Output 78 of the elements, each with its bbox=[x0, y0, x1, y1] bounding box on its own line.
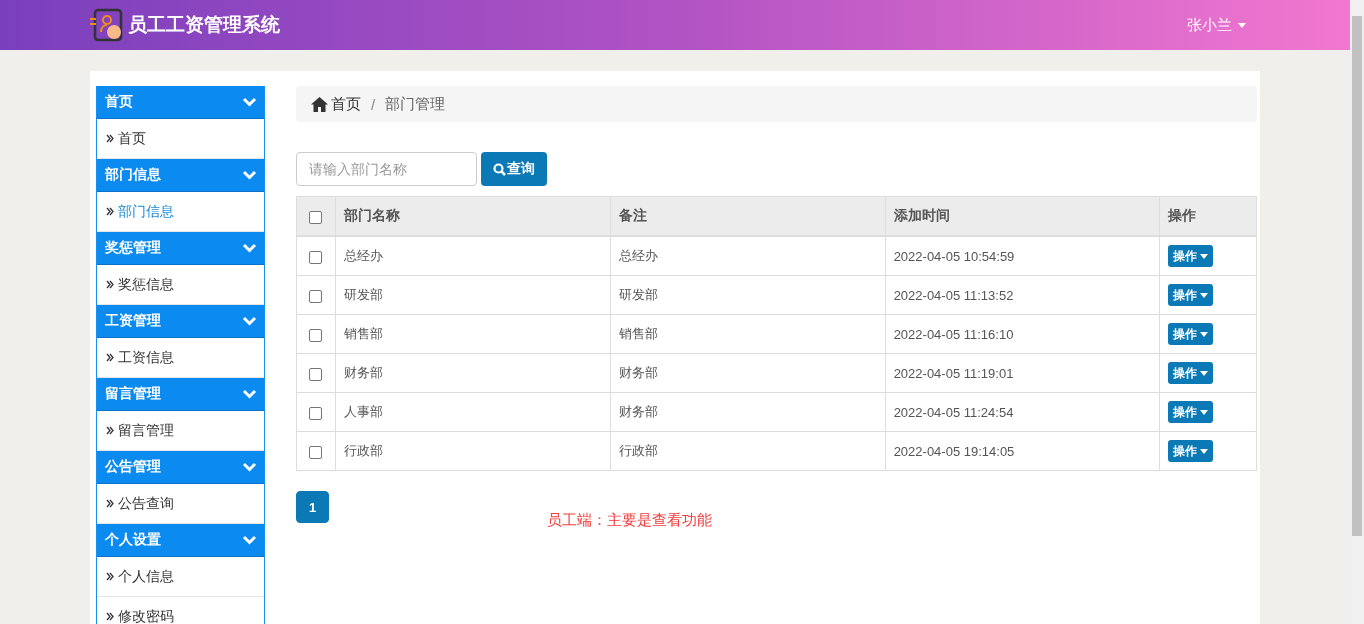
caret-icon bbox=[1200, 448, 1209, 454]
double-chevron-icon bbox=[106, 499, 114, 508]
sidebar-group-header[interactable]: 部门信息 bbox=[97, 159, 264, 192]
double-chevron-icon bbox=[106, 207, 114, 216]
table-cell: 销售部 bbox=[619, 326, 659, 341]
note-text: 员工端：主要是查看功能 bbox=[547, 511, 713, 530]
row-checkbox[interactable] bbox=[309, 367, 323, 381]
caret-icon bbox=[1200, 331, 1209, 337]
table-cell: 2022-04-05 11:24:54 bbox=[893, 404, 1014, 420]
double-chevron-icon bbox=[106, 280, 114, 289]
row-checkbox[interactable] bbox=[309, 406, 323, 420]
chevron-down-icon bbox=[242, 389, 257, 399]
breadcrumb-current: 部门管理 bbox=[385, 94, 446, 114]
breadcrumb-link[interactable]: 首页 bbox=[331, 94, 361, 114]
chevron-down-icon bbox=[242, 243, 257, 253]
table-cell: 2022-04-05 11:13:52 bbox=[893, 287, 1014, 303]
action-dropdown-button[interactable]: 操作 bbox=[1168, 401, 1214, 423]
select-all-checkbox[interactable] bbox=[309, 210, 323, 224]
row-checkbox[interactable] bbox=[309, 445, 323, 459]
table-cell: 销售部 bbox=[343, 326, 383, 341]
double-chevron-icon bbox=[106, 426, 114, 435]
table-cell: 行政部 bbox=[619, 443, 659, 458]
row-checkbox[interactable] bbox=[309, 250, 323, 264]
double-chevron-icon bbox=[106, 612, 114, 621]
column-header: 操作 bbox=[1168, 207, 1197, 223]
row-checkbox[interactable] bbox=[309, 328, 323, 342]
chevron-down-icon bbox=[242, 97, 257, 107]
caret-icon bbox=[1200, 370, 1209, 376]
table-cell: 研发部 bbox=[343, 287, 383, 302]
chevron-down-icon bbox=[242, 170, 257, 180]
caret-icon bbox=[1238, 22, 1246, 28]
search-icon bbox=[493, 162, 506, 176]
user-menu[interactable]: 张小兰 bbox=[1187, 15, 1246, 35]
double-chevron-icon bbox=[106, 134, 114, 143]
chevron-down-icon bbox=[242, 535, 257, 545]
action-dropdown-button[interactable]: 操作 bbox=[1168, 245, 1214, 267]
breadcrumb-separator: / bbox=[371, 95, 376, 113]
caret-icon bbox=[1200, 292, 1209, 298]
double-chevron-icon bbox=[106, 572, 114, 581]
caret-icon bbox=[1200, 409, 1209, 415]
table-cell: 财务部 bbox=[619, 365, 659, 380]
table-cell: 总经办 bbox=[343, 248, 383, 263]
chevron-down-icon bbox=[242, 316, 257, 326]
table-cell: 2022-04-05 11:19:01 bbox=[893, 365, 1014, 381]
column-header: 备注 bbox=[619, 207, 648, 223]
table-cell: 人事部 bbox=[343, 404, 383, 419]
home-icon bbox=[311, 96, 328, 112]
caret-icon bbox=[1200, 253, 1209, 259]
column-header: 部门名称 bbox=[343, 207, 400, 223]
logo-icon bbox=[90, 8, 124, 42]
action-dropdown-button[interactable]: 操作 bbox=[1168, 323, 1214, 345]
action-dropdown-button[interactable]: 操作 bbox=[1168, 362, 1214, 384]
sidebar-group-header[interactable]: 工资管理 bbox=[97, 305, 264, 338]
action-dropdown-button[interactable]: 操作 bbox=[1168, 284, 1214, 306]
scrollbar-thumb[interactable] bbox=[1352, 16, 1362, 536]
action-dropdown-button[interactable]: 操作 bbox=[1168, 440, 1214, 462]
search-field[interactable]: 请输入部门名称 bbox=[296, 152, 477, 186]
table-cell: 财务部 bbox=[343, 365, 383, 380]
row-checkbox[interactable] bbox=[309, 289, 323, 303]
table-cell: 2022-04-05 10:54:59 bbox=[893, 248, 1015, 264]
table-cell: 总经办 bbox=[619, 248, 659, 263]
table-cell: 研发部 bbox=[619, 287, 659, 302]
search-button[interactable]: 查询 bbox=[481, 152, 547, 186]
sidebar-group-header[interactable]: 奖惩管理 bbox=[97, 232, 264, 265]
table-cell: 行政部 bbox=[343, 443, 383, 458]
scrollbar[interactable] bbox=[1350, 0, 1364, 624]
sidebar-group-header[interactable]: 首页 bbox=[97, 86, 264, 119]
app-title: 员工工资管理系统 bbox=[128, 13, 280, 37]
table-cell: 2022-04-05 11:16:10 bbox=[893, 326, 1014, 342]
sidebar-group-header[interactable]: 公告管理 bbox=[97, 451, 264, 484]
column-header: 添加时间 bbox=[893, 207, 950, 223]
double-chevron-icon bbox=[106, 353, 114, 362]
table-cell: 财务部 bbox=[619, 404, 659, 419]
page-button[interactable]: 1 bbox=[296, 491, 329, 523]
chevron-down-icon bbox=[242, 462, 257, 472]
sidebar-group-header[interactable]: 留言管理 bbox=[97, 378, 264, 411]
table-cell: 2022-04-05 19:14:05 bbox=[893, 443, 1015, 459]
sidebar-group-header[interactable]: 个人设置 bbox=[97, 524, 264, 557]
